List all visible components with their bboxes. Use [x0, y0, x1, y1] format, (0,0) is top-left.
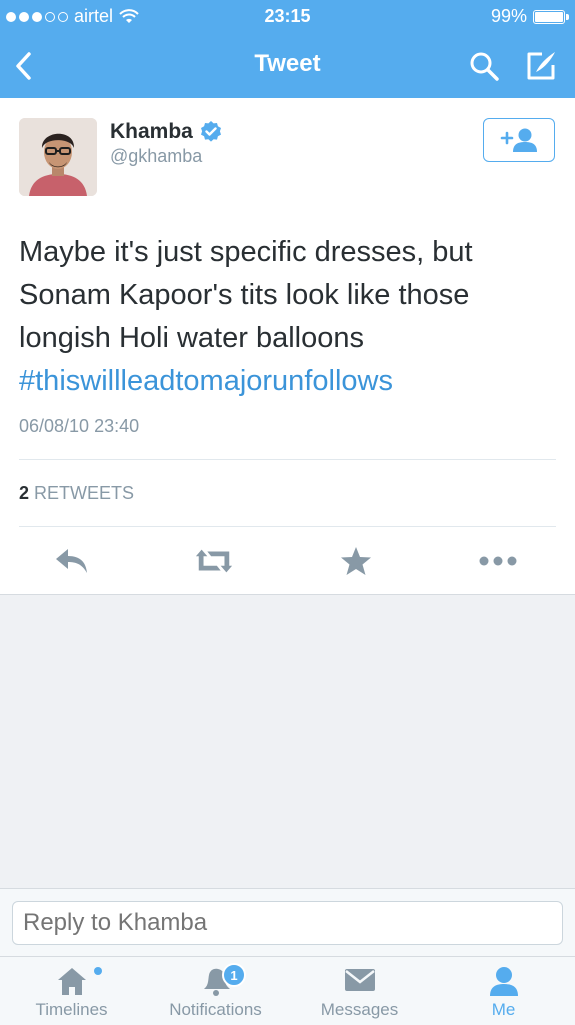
add-user-icon — [500, 128, 537, 152]
battery-percent: 99% — [490, 6, 527, 26]
hashtag-link[interactable]: #thiswillleadtomajorunfollows — [19, 365, 393, 397]
envelope-icon — [344, 969, 375, 991]
home-icon — [57, 968, 86, 995]
retweet-label: RETWEETS — [34, 483, 135, 503]
search-icon — [470, 52, 499, 81]
battery-group: 99% — [490, 6, 569, 27]
compose-button[interactable] — [521, 46, 561, 86]
tweet-text: Maybe it's just specific dresses, but So… — [19, 231, 559, 403]
tweet-body: Maybe it's just specific dresses, but So… — [19, 236, 473, 354]
author-name: Khamba — [110, 120, 193, 143]
status-time: 23:15 — [264, 6, 311, 26]
tab-me[interactable]: Me — [432, 957, 575, 1025]
search-button[interactable] — [464, 46, 504, 86]
tweet-timestamp: 06/08/10 23:40 — [19, 416, 140, 436]
tab-label: Notifications — [169, 1000, 262, 1019]
reply-button[interactable] — [52, 546, 92, 576]
star-icon — [341, 547, 371, 575]
status-bar: airtel 23:15 99% — [0, 0, 575, 32]
tab-timelines[interactable]: Timelines — [0, 957, 143, 1025]
reply-icon — [56, 549, 87, 573]
avatar-portrait — [19, 118, 97, 196]
tweet-detail: Khamba @gkhamba Maybe it's just specific… — [0, 98, 575, 595]
battery-icon — [533, 9, 569, 24]
tab-label: Me — [491, 1000, 516, 1019]
retweet-stats[interactable]: 2 RETWEETS — [19, 483, 134, 504]
tab-label: Messages — [320, 1000, 399, 1019]
more-button[interactable] — [478, 546, 518, 576]
retweet-button[interactable] — [194, 546, 234, 576]
author-handle[interactable]: @gkhamba — [110, 146, 202, 167]
more-icon — [479, 556, 517, 566]
person-icon — [489, 967, 518, 996]
favorite-button[interactable] — [336, 546, 376, 576]
notification-badge: 1 — [222, 963, 246, 987]
avatar[interactable] — [19, 118, 97, 196]
retweet-icon — [195, 549, 233, 573]
author-name-group[interactable]: Khamba — [110, 120, 223, 144]
reply-bar — [0, 888, 575, 957]
tab-messages[interactable]: Messages — [288, 957, 431, 1025]
divider — [19, 459, 556, 460]
nav-bar: Tweet — [0, 32, 575, 98]
new-content-indicator — [94, 967, 102, 975]
divider — [19, 526, 556, 527]
compose-icon — [527, 52, 555, 80]
verified-badge-icon — [200, 121, 221, 142]
tab-notifications[interactable]: 1 Notifications — [144, 957, 287, 1025]
tab-label: Timelines — [35, 1000, 108, 1019]
tab-bar: Timelines 1 Notifications Messages Me — [0, 956, 575, 1025]
follow-button[interactable] — [483, 118, 555, 162]
reply-input[interactable] — [12, 901, 563, 945]
retweet-count: 2 — [19, 483, 30, 503]
